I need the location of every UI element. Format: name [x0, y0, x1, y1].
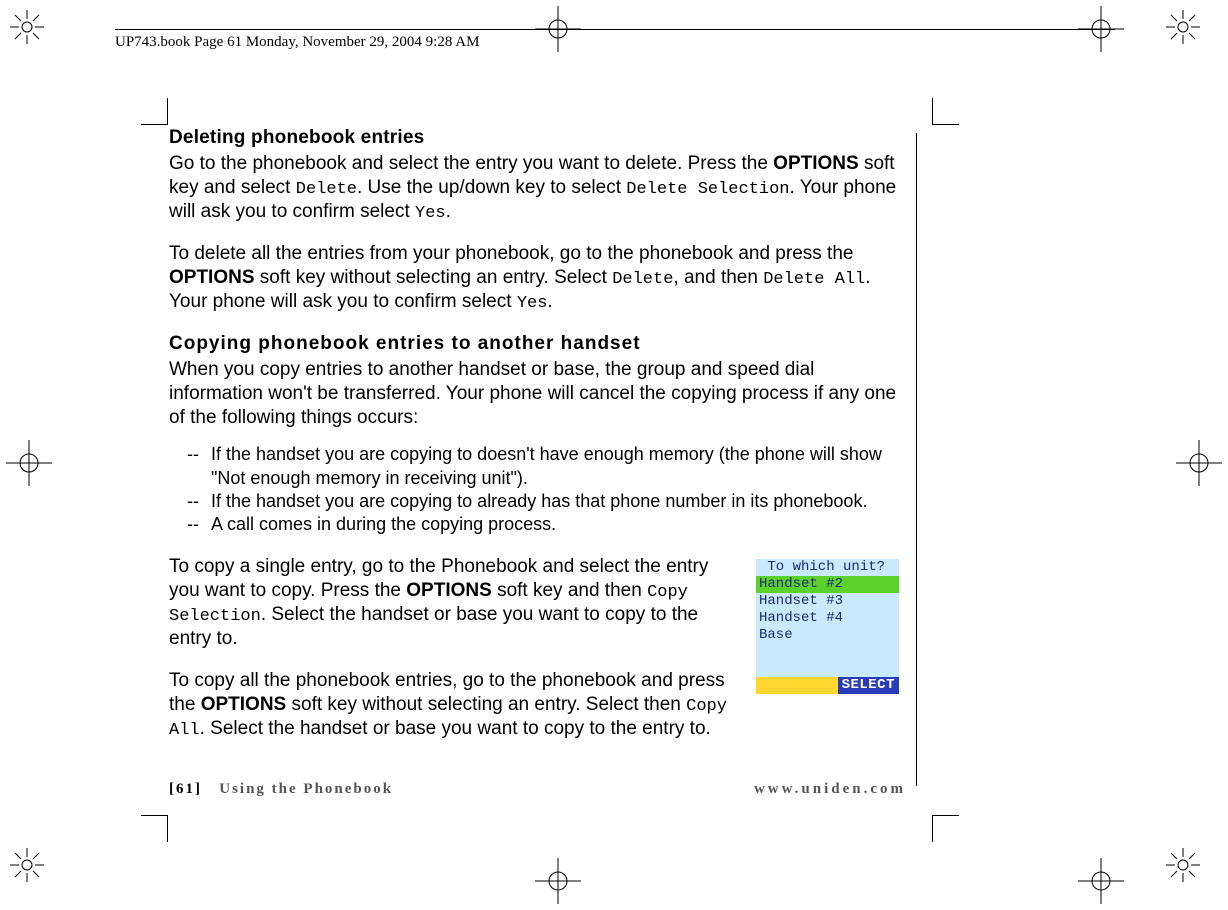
reg-mark-icon — [1166, 10, 1218, 62]
crop-mark-icon — [932, 98, 959, 125]
text: . — [446, 201, 451, 222]
lcd-screenshot: To which unit? Handset #2 Handset #3 Han… — [755, 558, 900, 695]
options-key: OPTIONS — [773, 153, 859, 174]
crosshair-icon — [1078, 858, 1124, 904]
lcd-item: Base — [756, 627, 899, 644]
bullet-text: A call comes in during the copying proce… — [211, 513, 556, 536]
lcd-softkey-bar: SELECT — [756, 677, 899, 694]
text: , and then — [673, 267, 763, 288]
lcd-item: Handset #3 — [756, 593, 899, 610]
para-delete-single: Go to the phonebook and select the entry… — [169, 152, 900, 224]
lcd-title: To which unit? — [756, 559, 899, 576]
page-footer: [61] Using the Phonebook www.uniden.com — [169, 781, 906, 798]
menu-yes: Yes — [415, 204, 446, 223]
menu-delete-selection: Delete Selection — [626, 180, 789, 199]
lcd-softkey-select: SELECT — [838, 677, 899, 694]
list-item: -- If the handset you are copying to doe… — [187, 443, 900, 490]
lcd-item-selected: Handset #2 — [756, 576, 899, 593]
crop-mark-icon — [141, 815, 168, 842]
text: soft key without selecting an entry. Sel… — [255, 267, 613, 288]
reg-mark-icon — [10, 848, 62, 900]
menu-delete: Delete — [296, 180, 357, 199]
options-key: OPTIONS — [406, 580, 492, 601]
lcd-blank — [756, 644, 899, 677]
reg-mark-icon — [1166, 848, 1218, 900]
text: . Select the handset or base you want to… — [200, 718, 711, 739]
lcd-item: Handset #4 — [756, 610, 899, 627]
bullet-list: -- If the handset you are copying to doe… — [187, 443, 900, 537]
para-copy-all: To copy all the phonebook entries, go to… — [169, 669, 737, 741]
reg-mark-icon — [10, 10, 62, 62]
right-rule — [916, 133, 917, 786]
bullet-dash: -- — [187, 513, 211, 536]
text: To delete all the entries from your phon… — [169, 243, 853, 264]
list-item: -- A call comes in during the copying pr… — [187, 513, 900, 536]
bullet-text: If the handset you are copying to alread… — [211, 490, 867, 513]
bullet-text: If the handset you are copying to doesn'… — [211, 443, 900, 490]
para-delete-all: To delete all the entries from your phon… — [169, 242, 900, 314]
crop-mark-icon — [141, 98, 168, 125]
crosshair-icon — [1176, 440, 1222, 486]
para-copying-intro: When you copy entries to another handset… — [169, 358, 900, 429]
menu-delete-all: Delete All — [763, 270, 865, 289]
content-frame: Deleting phonebook entries Go to the pho… — [169, 126, 948, 826]
page-number: [61] — [169, 781, 202, 797]
footer-url: www.uniden.com — [754, 781, 906, 798]
text: soft key and then — [492, 580, 647, 601]
bullet-dash: -- — [187, 443, 211, 466]
text: soft key without selecting an entry. Sel… — [286, 694, 686, 715]
heading-deleting: Deleting phonebook entries — [169, 126, 900, 150]
para-copy-single: To copy a single entry, go to the Phoneb… — [169, 555, 737, 651]
bullet-dash: -- — [187, 490, 211, 513]
menu-yes: Yes — [517, 294, 548, 313]
options-key: OPTIONS — [201, 694, 287, 715]
crop-mark-icon — [932, 815, 959, 842]
list-item: -- If the handset you are copying to alr… — [187, 490, 900, 513]
text: Go to the phonebook and select the entry… — [169, 153, 773, 174]
options-key: OPTIONS — [169, 267, 255, 288]
text: . Use the up/down key to select — [357, 177, 626, 198]
text: . — [547, 291, 552, 312]
heading-copying: Copying phonebook entries to another han… — [169, 332, 900, 356]
pdf-header: UP743.book Page 61 Monday, November 29, … — [115, 29, 1115, 51]
crosshair-icon — [6, 440, 52, 486]
crosshair-icon — [535, 858, 581, 904]
section-title: Using the Phonebook — [219, 781, 393, 797]
menu-delete: Delete — [612, 270, 673, 289]
